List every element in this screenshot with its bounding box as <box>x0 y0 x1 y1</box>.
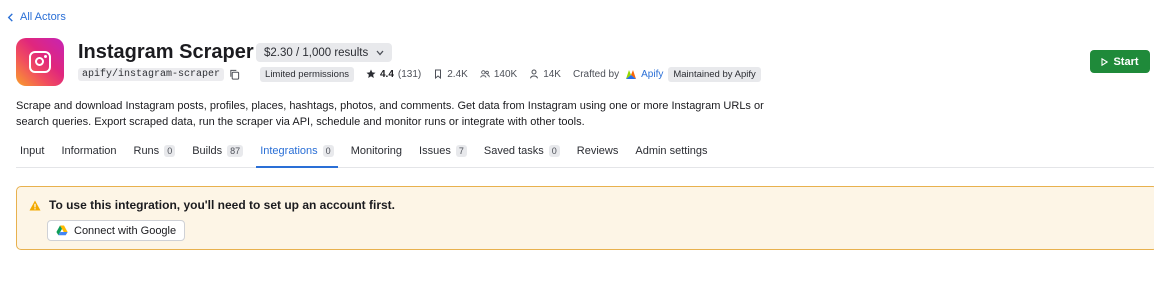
tab-bar: Input Information Runs 0 Builds 87 Integ… <box>16 134 1154 168</box>
tab-admin-settings[interactable]: Admin settings <box>631 134 711 167</box>
users-stat: 140K <box>480 69 517 80</box>
tab-integrations[interactable]: Integrations 0 <box>256 134 338 168</box>
back-link[interactable]: All Actors <box>7 11 66 23</box>
users-icon <box>480 70 490 78</box>
tab-information[interactable]: Information <box>57 134 120 167</box>
pricing-label: $2.30 / 1,000 results <box>264 46 369 59</box>
connect-google-button[interactable]: Connect with Google <box>47 220 186 241</box>
actor-title: Instagram Scraper <box>78 41 254 63</box>
chevron-down-icon <box>376 50 384 55</box>
google-drive-icon <box>56 225 68 236</box>
start-button[interactable]: Start <box>1090 50 1150 73</box>
copy-icon[interactable] <box>229 69 240 80</box>
tab-label: Input <box>20 144 45 157</box>
apify-logo-icon <box>626 69 637 79</box>
account-required-alert: To use this integration, you'll need to … <box>16 186 1154 250</box>
tab-badge: 0 <box>548 144 560 157</box>
tab-input[interactable]: Input <box>16 134 48 167</box>
tab-builds[interactable]: Builds 87 <box>188 134 247 167</box>
tab-label: Runs <box>133 144 160 157</box>
actor-description: Scrape and download Instagram posts, pro… <box>16 100 764 128</box>
start-button-label: Start <box>1113 55 1139 68</box>
connect-google-label: Connect with Google <box>74 224 177 237</box>
warning-icon <box>29 200 41 210</box>
tab-label: Reviews <box>576 144 619 157</box>
tab-badge: 7 <box>455 144 467 157</box>
user-icon <box>530 69 539 79</box>
tab-label: Admin settings <box>635 144 708 157</box>
tab-saved-tasks[interactable]: Saved tasks 0 <box>480 134 564 167</box>
rating-count: (131) <box>397 68 422 80</box>
actor-slug: apify/instagram-scraper <box>78 67 225 81</box>
alert-header: To use this integration, you'll need to … <box>29 198 395 212</box>
tab-label: Information <box>61 144 117 157</box>
tab-badge: 87 <box>227 144 244 157</box>
chevron-left-icon <box>7 12 13 22</box>
author-link[interactable]: Apify <box>641 69 663 80</box>
monthly-users-count: 14K <box>543 68 561 80</box>
tab-runs[interactable]: Runs 0 <box>130 134 180 167</box>
tab-badge: 0 <box>164 144 176 157</box>
back-link-label: All Actors <box>20 11 66 23</box>
actor-meta: apify/instagram-scraper Limited permissi… <box>78 66 761 82</box>
permissions-badge: Limited permissions <box>260 66 354 82</box>
tab-reviews[interactable]: Reviews <box>573 134 623 167</box>
tab-label: Issues <box>419 144 451 157</box>
bookmarks-count: 2.4K <box>447 68 468 80</box>
tab-label: Saved tasks <box>483 144 544 157</box>
tab-issues[interactable]: Issues 7 <box>415 134 471 167</box>
tab-badge: 0 <box>322 144 334 157</box>
bookmarks-stat: 2.4K <box>433 69 468 80</box>
alert-message: To use this integration, you'll need to … <box>49 198 395 212</box>
star-icon <box>366 69 376 78</box>
monthly-users-stat: 14K <box>529 69 561 80</box>
instagram-logo <box>16 38 64 86</box>
users-count: 140K <box>493 68 518 80</box>
tab-label: Integrations <box>260 144 318 157</box>
tab-label: Monitoring <box>350 144 403 157</box>
play-icon <box>1101 57 1109 66</box>
pricing-dropdown[interactable]: $2.30 / 1,000 results <box>256 43 393 62</box>
rating: 4.4 (131) <box>366 69 421 80</box>
maintained-badge: Maintained by Apify <box>668 66 761 82</box>
rating-value: 4.4 <box>379 68 394 80</box>
bookmark-icon <box>435 69 442 79</box>
tab-monitoring[interactable]: Monitoring <box>347 134 406 167</box>
tab-label: Builds <box>192 144 223 157</box>
crafted-by-label: Crafted by <box>572 68 620 80</box>
